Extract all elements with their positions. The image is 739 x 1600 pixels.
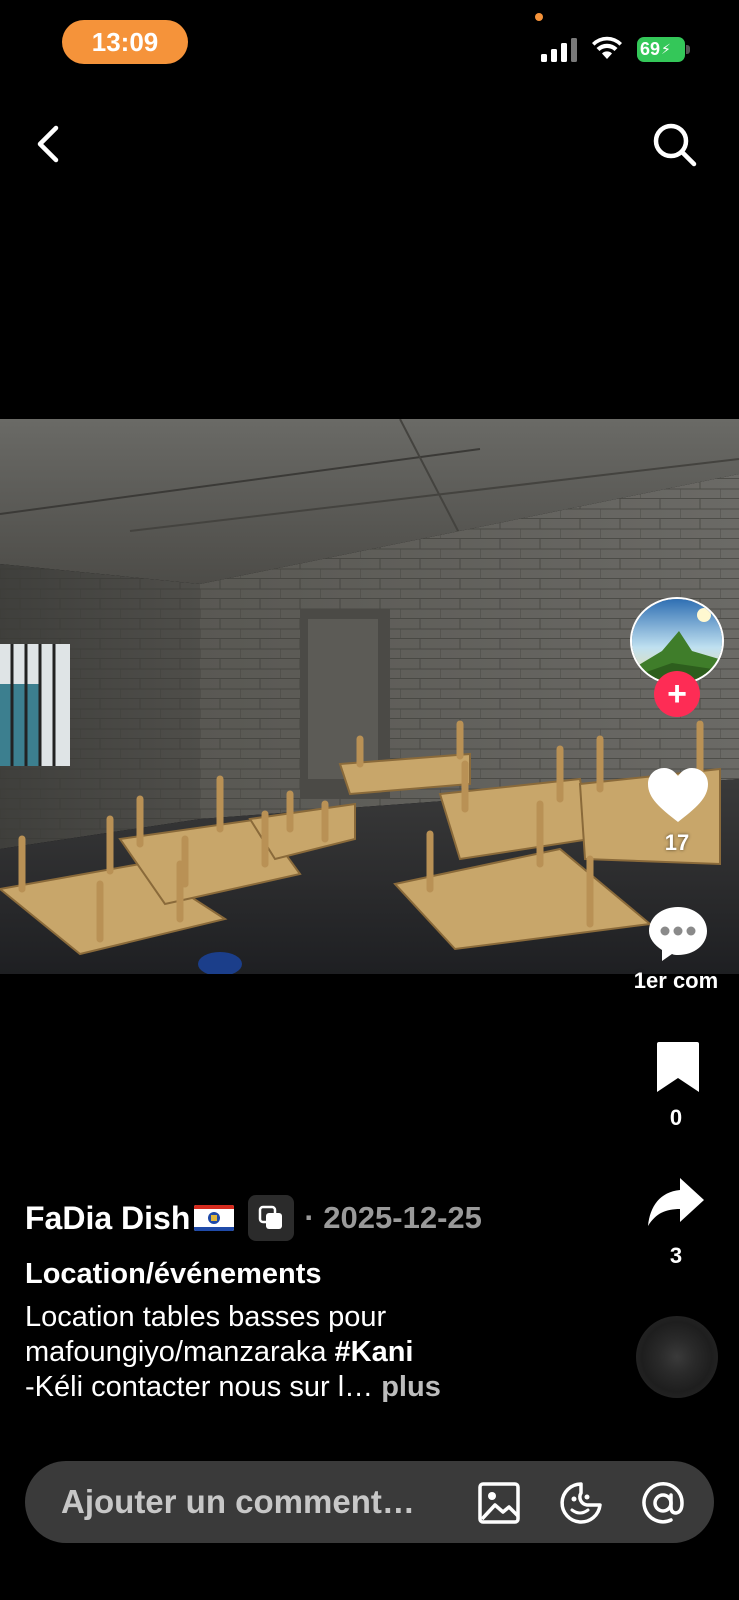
caption-line: -Kéli contacter nous sur l… plus: [25, 1370, 605, 1405]
comment-input[interactable]: [61, 1461, 461, 1543]
post-title: Location/événements: [25, 1258, 322, 1290]
save-count: 0: [669, 1105, 683, 1130]
battery-cap: [686, 45, 690, 54]
caption-text: -Kéli contacter nous sur l…: [25, 1371, 382, 1403]
repost-badge: [248, 1195, 295, 1241]
share-arrow-button[interactable]: [646, 1176, 706, 1230]
more-link[interactable]: plus: [381, 1371, 441, 1403]
bookmark-button[interactable]: [655, 1040, 701, 1094]
like-heart-button[interactable]: [646, 766, 710, 824]
battery-indicator: 69 ⚡: [637, 37, 685, 62]
emoji-sticker-icon[interactable]: [559, 1481, 603, 1525]
status-time: 13:09: [62, 20, 188, 64]
post-date: · 2025-12-25: [304, 1200, 482, 1235]
repost-icon: [259, 1205, 283, 1229]
share-count: 3: [669, 1243, 683, 1268]
caption-line: Location tables basses pour: [25, 1301, 387, 1333]
flag-icon: [194, 1205, 235, 1231]
follow-plus-button[interactable]: +: [654, 671, 700, 717]
post-photo[interactable]: [0, 419, 739, 974]
comment-count: 1er com: [633, 968, 719, 993]
charging-bolt-icon: ⚡: [661, 41, 671, 57]
like-count: 17: [664, 830, 690, 855]
wifi-icon: [592, 36, 622, 59]
image-icon[interactable]: [477, 1481, 521, 1525]
author-row: FaDia Dish · 2025-12-25: [25, 1195, 482, 1241]
back-button[interactable]: [28, 120, 68, 168]
comment-button[interactable]: [646, 903, 710, 963]
mention-at-icon[interactable]: [641, 1481, 685, 1525]
post-caption[interactable]: Location tables basses pour mafoungiyo/m…: [25, 1300, 605, 1405]
battery-level: 69: [640, 39, 661, 59]
privacy-indicator-dot: [535, 13, 543, 21]
caption-line: mafoungiyo/manzaraka #Kani: [25, 1335, 605, 1370]
caption-text: mafoungiyo/manzaraka: [25, 1336, 335, 1368]
search-button[interactable]: [650, 120, 700, 170]
hashtag-link[interactable]: #Kani: [335, 1336, 414, 1368]
music-disc[interactable]: [636, 1316, 718, 1398]
author-name[interactable]: FaDia Dish: [25, 1200, 190, 1237]
comment-bar: [25, 1461, 714, 1543]
cellular-signal-icon: [541, 38, 577, 62]
